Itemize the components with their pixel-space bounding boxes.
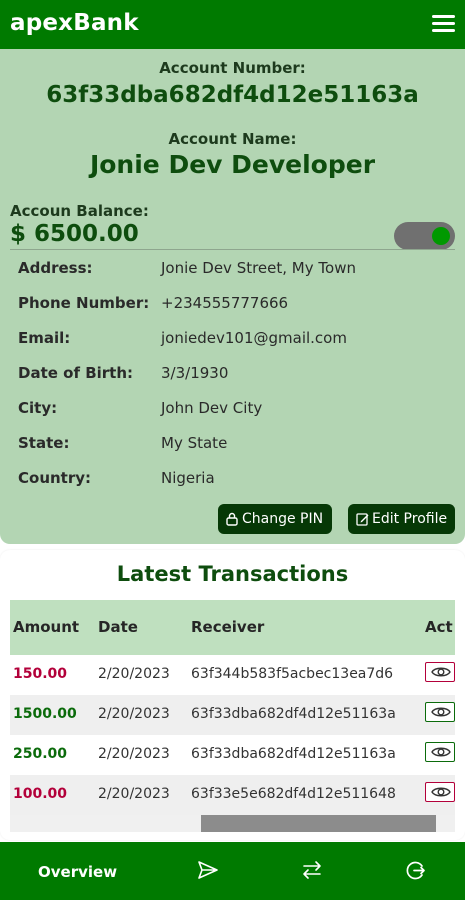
hamburger-menu-icon[interactable] <box>432 15 455 33</box>
change-pin-label: Change PIN <box>242 511 324 527</box>
eye-icon <box>431 787 451 797</box>
date-cell: 2/20/2023 <box>98 706 170 722</box>
divider <box>10 249 455 250</box>
detail-value: joniedev101@gmail.com <box>161 329 347 347</box>
eye-icon <box>431 747 451 757</box>
edit-profile-button[interactable]: Edit Profile <box>348 504 455 534</box>
detail-row-city: City: John Dev City <box>18 399 458 421</box>
table-row: 250.00 2/20/2023 63f33dba682df4d12e51163… <box>10 735 455 775</box>
transfer-icon[interactable] <box>301 859 323 881</box>
detail-label: Phone Number: <box>18 294 150 312</box>
detail-row-phone: Phone Number: +234555777666 <box>18 294 458 316</box>
table-row: 1500.00 2/20/2023 63f33dba682df4d12e5116… <box>10 695 455 735</box>
view-transaction-button[interactable] <box>425 662 455 682</box>
detail-label: Email: <box>18 329 71 347</box>
table-row: 100.00 2/20/2023 63f33e5e682df4d12e51164… <box>10 775 455 815</box>
view-transaction-button[interactable] <box>425 702 455 722</box>
receiver-cell: 63f33dba682df4d12e51163a <box>191 746 396 762</box>
receiver-cell: 63f33dba682df4d12e51163a <box>191 706 396 722</box>
receiver-cell: 63f33e5e682df4d12e511648 <box>191 786 396 802</box>
toggle-knob <box>432 227 450 245</box>
date-cell: 2/20/2023 <box>98 786 170 802</box>
edit-profile-label: Edit Profile <box>372 511 448 527</box>
receiver-cell: 63f344b583f5acbec13ea7d6 <box>191 666 394 682</box>
date-cell: 2/20/2023 <box>98 746 170 762</box>
column-header-date: Date <box>98 618 138 636</box>
detail-label: Date of Birth: <box>18 364 134 382</box>
date-cell: 2/20/2023 <box>98 666 170 682</box>
account-name-label: Account Name: <box>168 130 297 148</box>
view-transaction-button[interactable] <box>425 782 455 802</box>
transactions-table: Amount Date Receiver Act 150.00 2/20/202… <box>10 600 455 816</box>
balance-label: Accoun Balance: <box>10 202 149 220</box>
transactions-title: Latest Transactions <box>116 562 349 586</box>
detail-value: Nigeria <box>161 469 215 487</box>
table-row: 150.00 2/20/2023 63f344b583f5acbec13ea7d… <box>10 655 455 695</box>
detail-row-address: Address: Jonie Dev Street, My Town <box>18 259 458 281</box>
detail-value: 3/3/1930 <box>161 364 229 382</box>
detail-value: Jonie Dev Street, My Town <box>161 259 356 277</box>
top-navbar: apexBank <box>0 0 465 49</box>
account-number-label: Account Number: <box>159 59 306 77</box>
account-name: Jonie Dev Developer <box>89 150 376 179</box>
detail-row-email: Email: joniedev101@gmail.com <box>18 329 458 351</box>
edit-icon <box>356 513 369 526</box>
send-icon[interactable] <box>197 860 219 880</box>
detail-value: +234555777666 <box>161 294 289 312</box>
amount-cell: 150.00 <box>13 666 68 682</box>
column-header-action: Act <box>425 618 453 636</box>
balance-visibility-toggle[interactable] <box>394 222 455 250</box>
bottom-navbar: Overview <box>0 842 465 900</box>
table-header: Amount Date Receiver Act <box>10 600 455 655</box>
detail-label: Country: <box>18 469 92 487</box>
balance-value: $ 6500.00 <box>10 221 139 247</box>
amount-cell: 100.00 <box>13 786 68 802</box>
amount-cell: 250.00 <box>13 746 68 762</box>
brand-logo[interactable]: apexBank <box>10 10 139 36</box>
amount-cell: 1500.00 <box>13 706 77 722</box>
scrollbar-thumb[interactable] <box>201 815 436 832</box>
detail-label: City: <box>18 399 58 417</box>
column-header-receiver: Receiver <box>191 618 265 636</box>
change-pin-button[interactable]: Change PIN <box>218 504 332 534</box>
detail-row-state: State: My State <box>18 434 458 456</box>
lock-icon <box>226 512 238 526</box>
account-number: 63f33dba682df4d12e51163a <box>46 82 419 108</box>
detail-label: State: <box>18 434 70 452</box>
account-card: Account Number: 63f33dba682df4d12e51163a… <box>0 49 465 544</box>
horizontal-scrollbar[interactable] <box>10 815 455 832</box>
eye-icon <box>431 667 451 677</box>
detail-label: Address: <box>18 259 93 277</box>
detail-value: John Dev City <box>161 399 263 417</box>
logout-icon[interactable] <box>405 860 426 881</box>
column-header-amount: Amount <box>13 618 80 636</box>
detail-value: My State <box>161 434 228 452</box>
view-transaction-button[interactable] <box>425 742 455 762</box>
nav-overview[interactable]: Overview <box>38 863 117 881</box>
eye-icon <box>431 707 451 717</box>
detail-row-country: Country: Nigeria <box>18 469 458 491</box>
detail-row-dob: Date of Birth: 3/3/1930 <box>18 364 458 386</box>
transactions-card: Latest Transactions Amount Date Receiver… <box>0 550 465 840</box>
